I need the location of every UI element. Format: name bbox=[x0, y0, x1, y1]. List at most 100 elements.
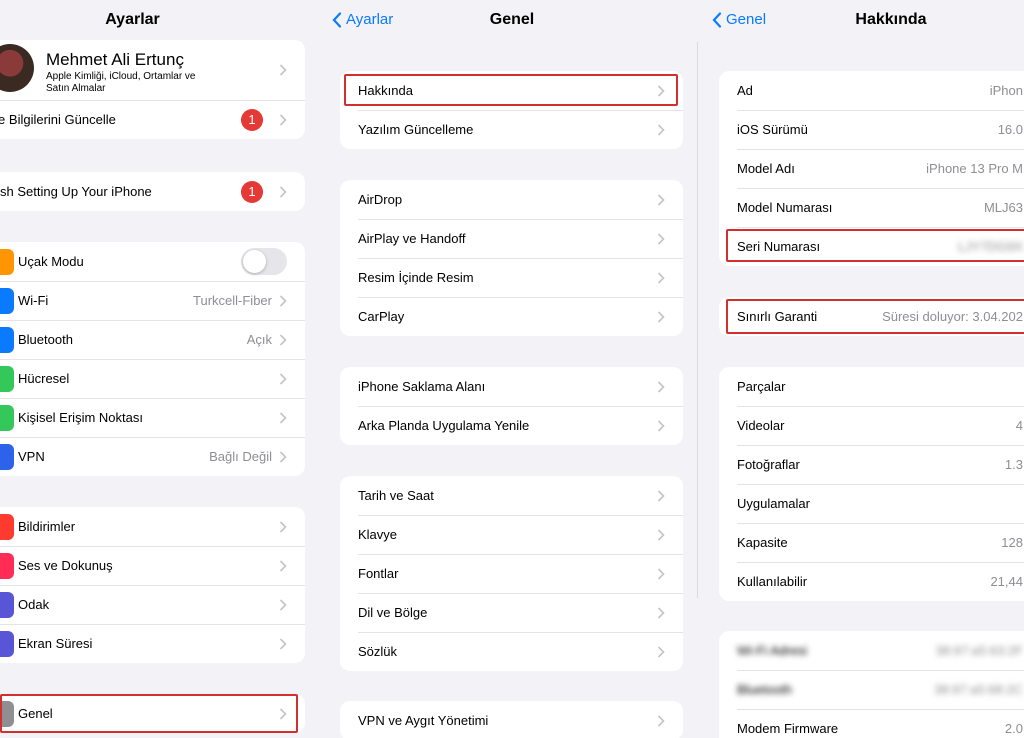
name-row[interactable]: Ad iPhon bbox=[719, 71, 1024, 110]
toggle-knob bbox=[243, 250, 266, 273]
finish-setup-label: sh Setting Up Your iPhone bbox=[0, 184, 152, 199]
warranty-row[interactable]: Sınırlı Garanti Süresi doluyor: 3.04.202 bbox=[719, 297, 1024, 336]
screen-time-row[interactable]: Ekran Süresi bbox=[0, 624, 305, 663]
airplane-mode-label: Uçak Modu bbox=[18, 254, 84, 269]
model-name-label: Model Adı bbox=[737, 161, 795, 176]
photos-label: Fotoğraflar bbox=[737, 457, 800, 472]
chevron-right-icon bbox=[657, 419, 665, 432]
screen-time-label: Ekran Süresi bbox=[18, 636, 93, 651]
chevron-right-icon bbox=[279, 333, 287, 346]
songs-label: Parçalar bbox=[737, 379, 786, 394]
notification-badge: 1 bbox=[241, 180, 263, 203]
available-value: 21,44 bbox=[990, 574, 1023, 589]
vpn-device-management-row[interactable]: VPN ve Aygıt Yönetimi bbox=[340, 701, 683, 738]
chevron-right-icon bbox=[657, 645, 665, 658]
model-number-label: Model Numarası bbox=[737, 200, 833, 215]
vpn-row[interactable]: VPN Bağlı Değil bbox=[0, 437, 305, 476]
device-info-group: Ad iPhon iOS Sürümü 16.0 Model Adı iPhon… bbox=[719, 71, 1024, 266]
hotspot-row[interactable]: Kişisel Erişim Noktası bbox=[0, 398, 305, 437]
fonts-row[interactable]: Fontlar bbox=[340, 554, 683, 593]
wifi-address-value: 38:97:a5:63:2F bbox=[935, 643, 1023, 658]
settings-panel: Ayarlar Mehmet Ali Ertunç Apple Kimliği,… bbox=[0, 0, 320, 738]
chevron-right-icon bbox=[657, 310, 665, 323]
notifications-label: Bildirimler bbox=[18, 519, 76, 534]
keyboard-row[interactable]: Klavye bbox=[340, 515, 683, 554]
language-region-row[interactable]: Dil ve Bölge bbox=[340, 593, 683, 632]
chevron-right-icon bbox=[279, 294, 287, 307]
notification-badge: 1 bbox=[241, 108, 263, 131]
chevron-right-icon bbox=[279, 520, 287, 533]
model-number-value: MLJ63 bbox=[983, 200, 1023, 215]
back-label: Genel bbox=[726, 11, 767, 28]
profile-row[interactable]: Mehmet Ali Ertunç Apple Kimliği, iCloud,… bbox=[0, 40, 305, 100]
keyboard-label: Klavye bbox=[358, 527, 398, 542]
airdrop-row[interactable]: AirDrop bbox=[340, 180, 683, 219]
serial-number-row: Seri Numarası LJY7DG9X bbox=[719, 227, 1024, 266]
counts-group: Parçalar Videolar 4 Fotoğraflar 1.3 Uygu… bbox=[719, 367, 1024, 601]
bell-icon bbox=[0, 514, 14, 540]
sharing-group: AirDrop AirPlay ve Handoff Resim İçinde … bbox=[340, 180, 683, 336]
serial-number-label: Seri Numarası bbox=[737, 239, 821, 254]
notifications-row[interactable]: Bildirimler bbox=[0, 507, 305, 546]
vpn-device-group: VPN ve Aygıt Yönetimi bbox=[340, 701, 683, 738]
dictionary-row[interactable]: Sözlük bbox=[340, 632, 683, 671]
chevron-right-icon bbox=[657, 123, 665, 136]
airplane-mode-toggle[interactable] bbox=[241, 248, 287, 275]
date-time-label: Tarih ve Saat bbox=[358, 488, 434, 503]
chevron-right-icon bbox=[279, 450, 287, 463]
bluetooth-row[interactable]: Bluetooth Açık bbox=[0, 320, 305, 359]
cellular-label: Hücresel bbox=[18, 371, 70, 386]
profile-name: Mehmet Ali Ertunç bbox=[46, 50, 184, 69]
chevron-right-icon bbox=[279, 707, 287, 720]
cellular-row[interactable]: Hücresel bbox=[0, 359, 305, 398]
bluetooth-address-label: Bluetooth bbox=[737, 682, 792, 697]
about-row[interactable]: Hakkında bbox=[340, 71, 683, 110]
ios-version-label: iOS Sürümü bbox=[737, 122, 808, 137]
warranty-group: Sınırlı Garanti Süresi doluyor: 3.04.202 bbox=[719, 297, 1024, 336]
wifi-address-label: Wi-Fi Adresi bbox=[737, 643, 808, 658]
storage-row[interactable]: iPhone Saklama Alanı bbox=[340, 367, 683, 406]
back-button[interactable]: Genel bbox=[712, 11, 766, 28]
focus-row[interactable]: Odak bbox=[0, 585, 305, 624]
chevron-right-icon bbox=[657, 606, 665, 619]
about-group: Hakkında Yazılım Güncelleme bbox=[340, 71, 683, 149]
notifications-group: Bildirimler Ses ve Dokunuş Odak Ekran Sü… bbox=[0, 507, 305, 663]
ios-version-row[interactable]: iOS Sürümü 16.0 bbox=[719, 110, 1024, 149]
chevron-right-icon bbox=[657, 714, 665, 727]
airplane-mode-row[interactable]: Uçak Modu bbox=[0, 242, 305, 281]
profile-group: Mehmet Ali Ertunç Apple Kimliği, iCloud,… bbox=[0, 40, 305, 139]
serial-number-value: LJY7DG9X bbox=[957, 239, 1023, 254]
videos-label: Videolar bbox=[737, 418, 785, 433]
carplay-row[interactable]: CarPlay bbox=[340, 297, 683, 336]
update-profile-label: eme Bilgilerini Güncelle bbox=[0, 112, 116, 127]
wifi-address-row: Wi-Fi Adresi 38:97:a5:63:2F bbox=[719, 631, 1024, 670]
about-panel: Genel Hakkında Ad iPhon iOS Sürümü 16.0 … bbox=[700, 0, 1024, 738]
vpn-icon bbox=[0, 444, 14, 470]
chevron-left-icon bbox=[712, 11, 722, 28]
pip-row[interactable]: Resim İçinde Resim bbox=[340, 258, 683, 297]
general-row[interactable]: Genel bbox=[0, 694, 305, 733]
modem-firmware-value: 2.0 bbox=[1004, 721, 1023, 736]
hotspot-icon bbox=[0, 405, 14, 431]
available-label: Kullanılabilir bbox=[737, 574, 808, 589]
wifi-row[interactable]: Wi-Fi Turkcell-Fiber bbox=[0, 281, 305, 320]
photos-row: Fotoğraflar 1.3 bbox=[719, 445, 1024, 484]
finish-setup-row[interactable]: sh Setting Up Your iPhone 1 bbox=[0, 172, 305, 211]
chevron-right-icon bbox=[279, 637, 287, 650]
model-number-row[interactable]: Model Numarası MLJ63 bbox=[719, 188, 1024, 227]
name-label: Ad bbox=[737, 83, 753, 98]
name-value: iPhon bbox=[989, 83, 1023, 98]
background-refresh-row[interactable]: Arka Planda Uygulama Yenile bbox=[340, 406, 683, 445]
general-panel: Ayarlar Genel Hakkında Yazılım Güncellem… bbox=[320, 0, 700, 738]
gear-icon bbox=[0, 701, 14, 727]
airplay-row[interactable]: AirPlay ve Handoff bbox=[340, 219, 683, 258]
model-name-row: Model Adı iPhone 13 Pro M bbox=[719, 149, 1024, 188]
page-title: Ayarlar bbox=[105, 11, 160, 28]
date-time-row[interactable]: Tarih ve Saat bbox=[340, 476, 683, 515]
pip-label: Resim İçinde Resim bbox=[358, 270, 474, 285]
chevron-right-icon bbox=[657, 567, 665, 580]
chevron-right-icon bbox=[279, 185, 287, 198]
software-update-row[interactable]: Yazılım Güncelleme bbox=[340, 110, 683, 149]
update-profile-row[interactable]: eme Bilgilerini Güncelle 1 bbox=[0, 100, 305, 139]
sounds-row[interactable]: Ses ve Dokunuş bbox=[0, 546, 305, 585]
